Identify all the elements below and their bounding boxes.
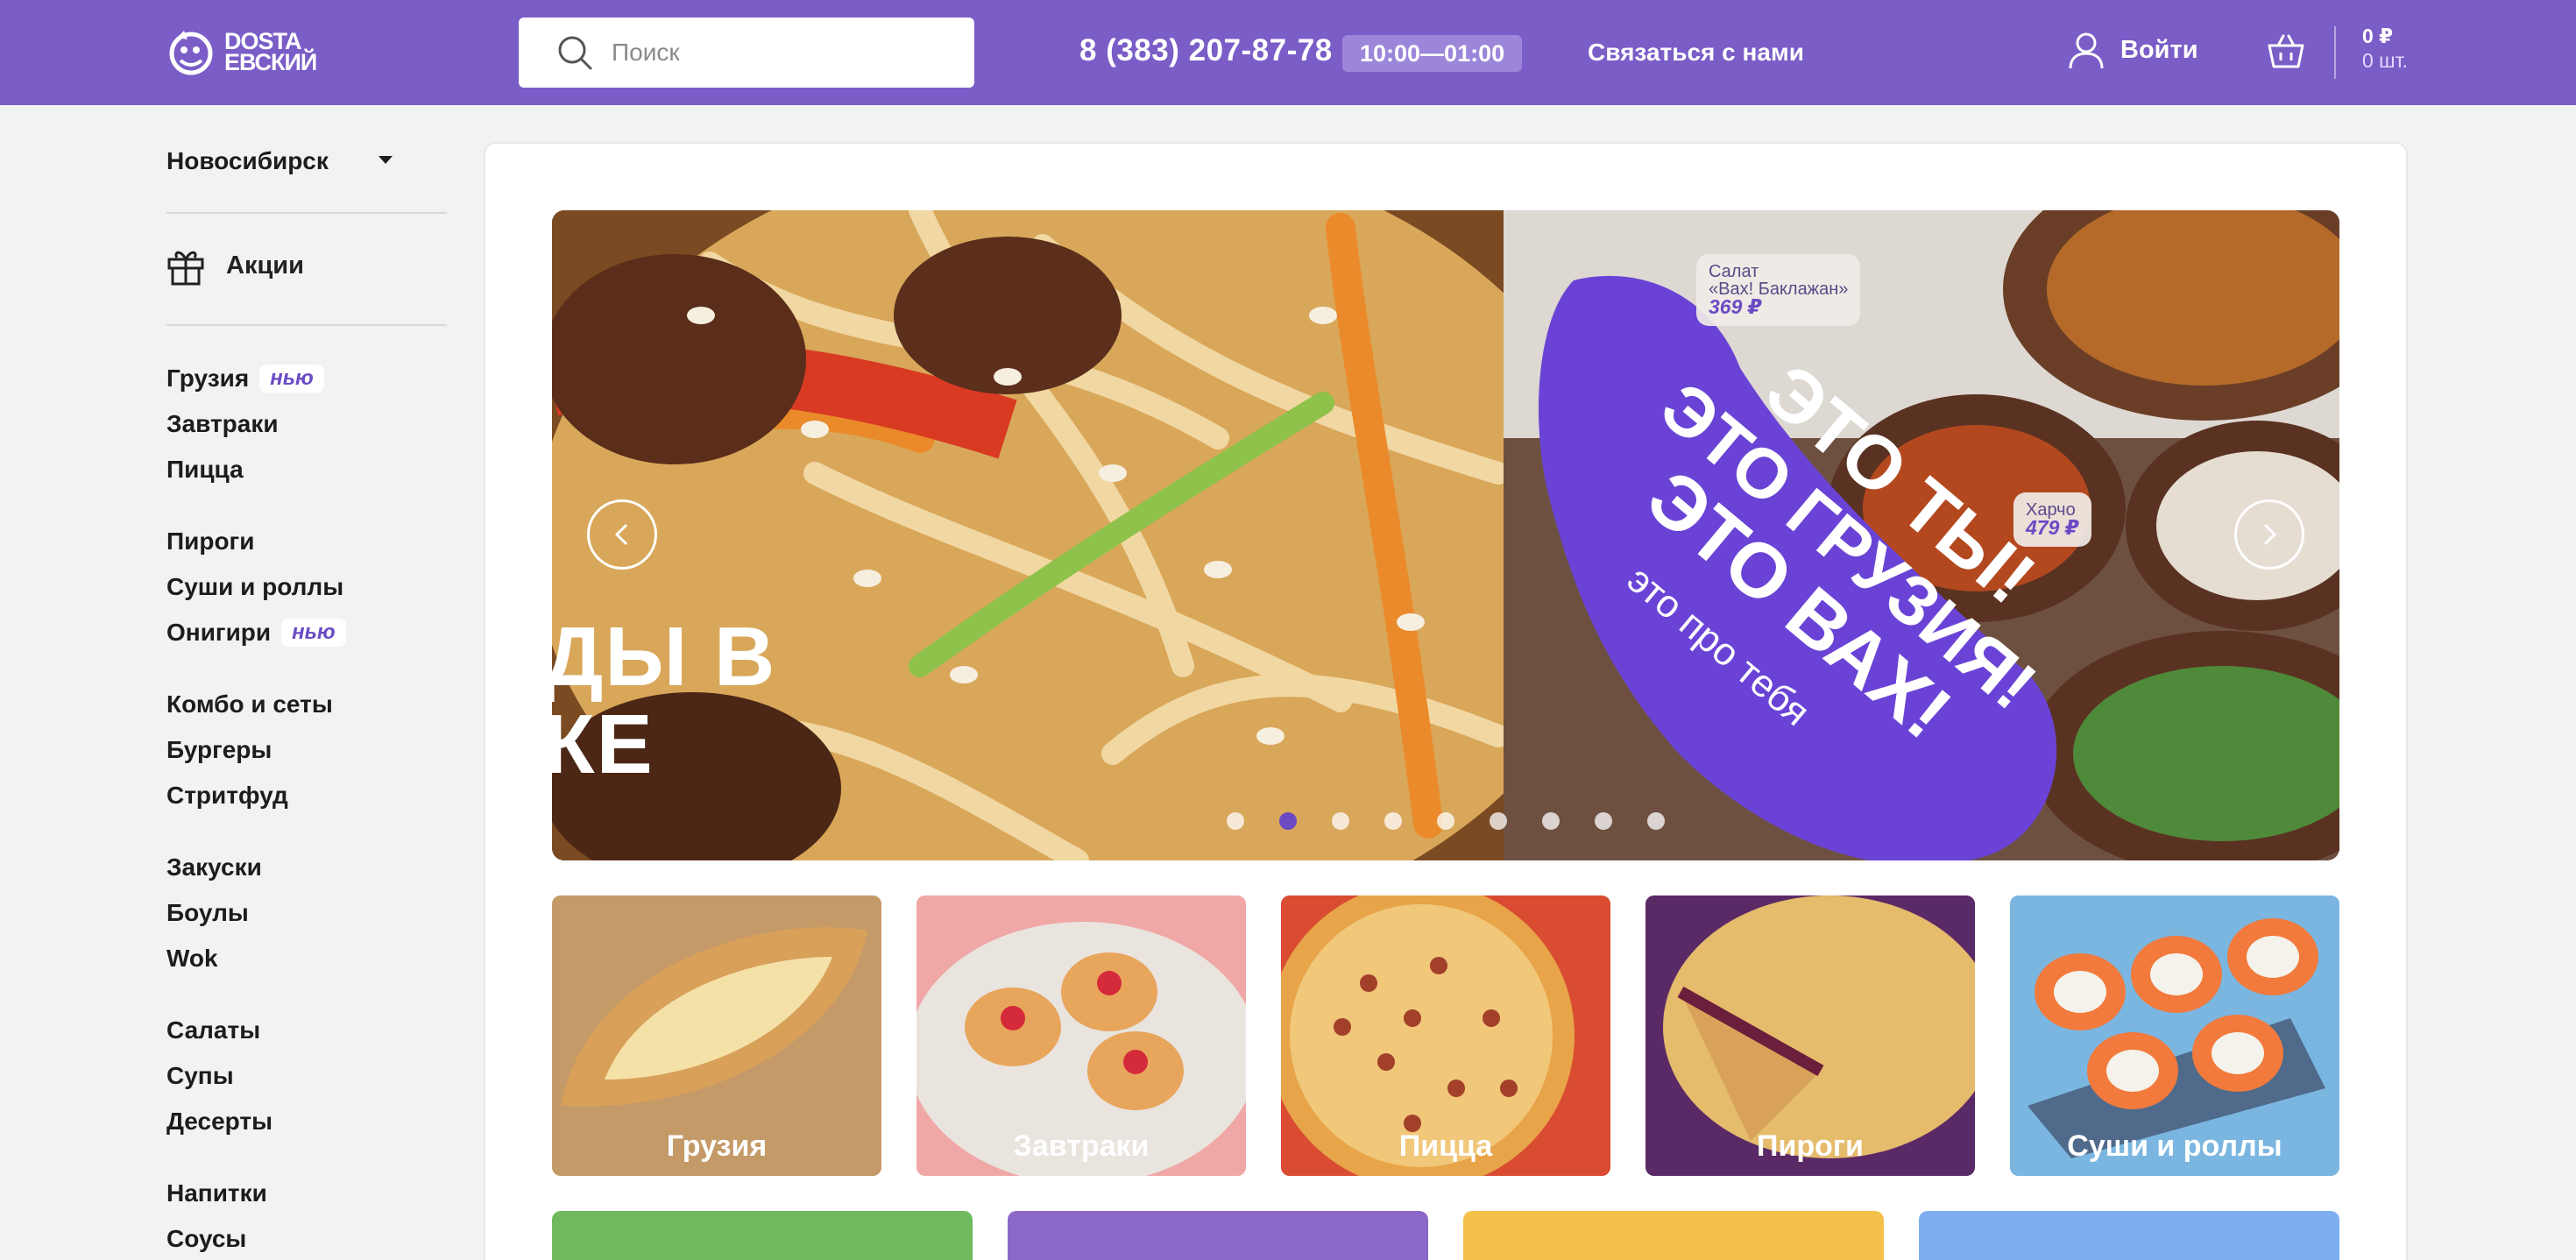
- sidebar-item-drinks[interactable]: Напитки: [166, 1179, 267, 1207]
- promo-bubble: ЭТО ТЫ! ЭТО ГРУЗИЯ! ЭТО ВАХ! это про теб…: [1539, 275, 2057, 860]
- price-tag-kharcho: Харчо 479 ₽: [2013, 492, 2091, 547]
- carousel-dot[interactable]: [1384, 812, 1402, 830]
- user-icon: [2069, 32, 2104, 69]
- sidebar-item-onigiri[interactable]: Онигири нью: [166, 619, 346, 647]
- sidebar-item-promo[interactable]: Акции: [166, 245, 304, 286]
- sidebar-item-snacks[interactable]: Закуски: [166, 853, 262, 881]
- carousel-dot[interactable]: [1332, 812, 1349, 830]
- sidebar-item-label: Супы: [166, 1062, 234, 1089]
- sidebar-item-label: Боулы: [166, 899, 249, 926]
- category-tile-pies[interactable]: Пироги: [1645, 895, 1975, 1176]
- search-icon: [558, 36, 592, 70]
- sidebar-item-combo[interactable]: Комбо и сеты: [166, 690, 333, 718]
- category-label: Суши и роллы: [2067, 1129, 2282, 1163]
- carousel-next-button[interactable]: [2234, 499, 2304, 570]
- category-label: Пироги: [1757, 1129, 1864, 1163]
- top-header: DOSTA ЕВСКИЙ 8 (383) 207-87-78 10:00—01:…: [0, 0, 2576, 105]
- logo-wordmark: DOSTA ЕВСКИЙ: [224, 28, 317, 75]
- sidebar-item-label: Онигири: [166, 619, 272, 646]
- sidebar-item-label: Завтраки: [166, 410, 279, 437]
- sidebar-item-sushi[interactable]: Суши и роллы: [166, 573, 343, 601]
- new-badge: нью: [281, 619, 346, 647]
- category-label: Завтраки: [1013, 1129, 1150, 1163]
- carousel-prev-button[interactable]: [587, 499, 657, 570]
- sidebar-item-breakfast[interactable]: Завтраки: [166, 410, 279, 438]
- category-tile-streetfood[interactable]: [1919, 1211, 2339, 1260]
- carousel-slide-wok[interactable]: ДЫ В КЕ: [552, 210, 1504, 860]
- logo-mascot-icon: [169, 31, 213, 75]
- cart-divider: [2334, 26, 2336, 79]
- carousel-dot[interactable]: [1647, 812, 1665, 830]
- sidebar-item-desserts[interactable]: Десерты: [166, 1108, 272, 1136]
- carousel-slide-georgia[interactable]: ЭТО ТЫ! ЭТО ГРУЗИЯ! ЭТО ВАХ! это про теб…: [1504, 210, 2339, 860]
- logo[interactable]: DOSTA ЕВСКИЙ: [165, 23, 349, 81]
- category-tile-sushi[interactable]: Суши и роллы: [2010, 895, 2339, 1176]
- category-tile-onigiri[interactable]: [552, 1211, 973, 1260]
- login-button[interactable]: Войти: [2066, 30, 2198, 70]
- sidebar-item-label: Салаты: [166, 1016, 261, 1044]
- sidebar-item-sauces[interactable]: Соусы: [166, 1225, 246, 1253]
- sidebar-item-label: Закуски: [166, 853, 262, 881]
- category-tile-combo[interactable]: [1008, 1211, 1428, 1260]
- chevron-right-icon: [2263, 523, 2277, 546]
- phone-number[interactable]: 8 (383) 207-87-78: [1079, 33, 1333, 68]
- contact-link[interactable]: Связаться с нами: [1588, 39, 1804, 67]
- carousel-dot[interactable]: [1437, 812, 1454, 830]
- carousel-dot[interactable]: [1490, 812, 1507, 830]
- sidebar-item-soups[interactable]: Супы: [166, 1062, 234, 1090]
- carousel-dot[interactable]: [1227, 812, 1244, 830]
- sidebar-item-salads[interactable]: Салаты: [166, 1016, 260, 1044]
- city-label: Новосибирск: [166, 147, 329, 174]
- login-label: Войти: [2120, 35, 2198, 64]
- sidebar-item-label: Суши и роллы: [166, 573, 344, 600]
- search-box[interactable]: [519, 18, 974, 88]
- divider: [166, 212, 447, 214]
- caret-down-icon: [379, 156, 393, 164]
- category-tile-georgia[interactable]: Грузия: [552, 895, 881, 1176]
- sidebar-item-streetfood[interactable]: Стритфуд: [166, 782, 288, 810]
- sidebar-item-label: Стритфуд: [166, 782, 288, 809]
- search-input[interactable]: [612, 39, 927, 67]
- working-hours-badge: 10:00—01:00: [1342, 35, 1523, 72]
- sidebar-item-label: Пицца: [166, 456, 244, 483]
- sidebar-item-label: Комбо и сеты: [166, 690, 333, 718]
- category-tile-breakfast[interactable]: Завтраки: [916, 895, 1246, 1176]
- gift-icon: [167, 251, 204, 286]
- sidebar-item-wok[interactable]: Wok: [166, 945, 218, 973]
- price-tag-salad: Салат «Вах! Баклажан» 369 ₽: [1696, 254, 1861, 326]
- carousel-dot[interactable]: [1595, 812, 1612, 830]
- category-label: Грузия: [666, 1129, 768, 1163]
- cart-basket-icon[interactable]: [2266, 32, 2306, 72]
- city-selector[interactable]: Новосибирск: [166, 144, 447, 179]
- sidebar-item-label: Десерты: [166, 1108, 272, 1135]
- cart-total[interactable]: 0 ₽: [2362, 25, 2393, 48]
- cart-item-count: 0 шт.: [2362, 49, 2409, 72]
- carousel-pagination: [1227, 812, 1665, 830]
- sidebar-item-label: Wok: [166, 945, 218, 972]
- slide-headline: ДЫ В КЕ: [552, 610, 777, 791]
- carousel-dot[interactable]: [1279, 812, 1297, 830]
- sidebar-item-pies[interactable]: Пироги: [166, 527, 254, 556]
- sidebar-item-label: Бургеры: [166, 736, 272, 763]
- promo-label: Акции: [226, 251, 304, 280]
- sidebar-item-bowls[interactable]: Боулы: [166, 899, 249, 927]
- sidebar-item-label: Напитки: [166, 1179, 267, 1207]
- promo-carousel[interactable]: ДЫ В КЕ ЭТО ТЫ! ЭТО ГРУЗИЯ! ЭТО ВАХ! это…: [552, 210, 2339, 860]
- carousel-dot[interactable]: [1542, 812, 1560, 830]
- sidebar-item-label: Соусы: [166, 1225, 247, 1252]
- divider: [166, 324, 447, 326]
- sidebar-item-burgers[interactable]: Бургеры: [166, 736, 272, 764]
- sidebar-item-label: Пироги: [166, 527, 255, 555]
- chevron-left-icon: [614, 523, 628, 546]
- category-label: Пицца: [1398, 1129, 1493, 1163]
- sidebar-item-georgia[interactable]: Грузия нью: [166, 365, 324, 393]
- sidebar-item-pizza[interactable]: Пицца: [166, 456, 244, 484]
- new-badge: нью: [259, 365, 324, 393]
- sidebar-item-label: Грузия: [166, 365, 250, 392]
- category-tile-burgers[interactable]: [1463, 1211, 1884, 1260]
- category-tile-pizza[interactable]: Пицца: [1281, 895, 1610, 1176]
